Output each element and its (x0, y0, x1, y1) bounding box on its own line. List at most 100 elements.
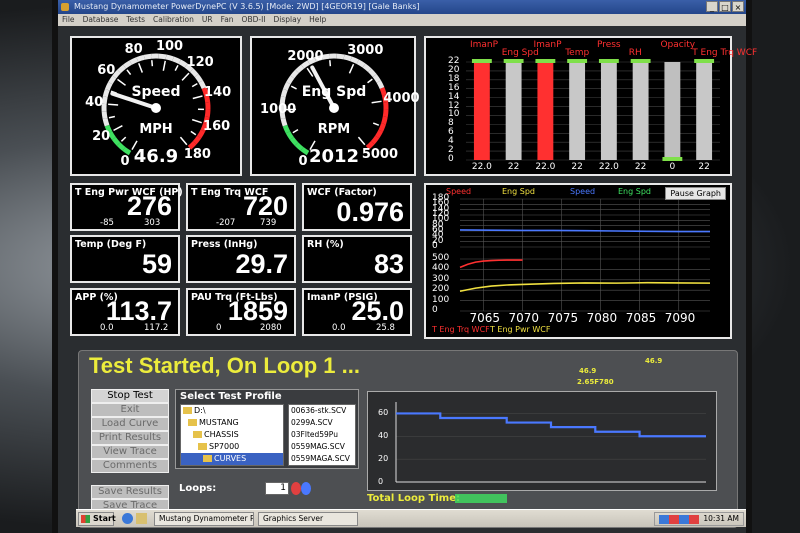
gauge-arc-segment (295, 64, 305, 74)
bar-header-label: RH (628, 48, 642, 58)
graph-x-tick: 7085 (625, 311, 657, 325)
quicklaunch-desktop-icon[interactable] (136, 513, 147, 524)
gauge-arc-segment (375, 129, 384, 139)
bar-y-tick: 2 (448, 145, 454, 156)
gauge-arc-segment (336, 53, 345, 60)
gauge-arc-segment (356, 59, 366, 68)
bar-y-tick: 14 (448, 91, 460, 102)
menu-item[interactable]: File (62, 14, 75, 26)
bar-cap (503, 59, 524, 63)
window-title: Mustang Dynamometer PowerDynePC (V 3.6.5… (74, 2, 420, 11)
bar-value-label: 22 (507, 162, 520, 172)
bar-chart-svg (466, 59, 720, 161)
profile-y-tick: 60 (378, 408, 389, 418)
graph-y-tick: 100 (432, 294, 450, 305)
profile-graph-svg (395, 402, 706, 483)
loops-input[interactable]: 1 (265, 482, 289, 495)
menu-item[interactable]: Help (309, 14, 326, 26)
readout-panel: PAU Trq (Ft-Lbs) 1859 0 2080 (186, 288, 296, 336)
gauge-tick-label: 40 (85, 95, 104, 111)
graph-legend-bottom-item: T Eng Trq WCF (432, 325, 490, 334)
bar (537, 62, 554, 160)
menu-item[interactable]: Calibration (153, 14, 194, 26)
graph-legend-bottom-item: T Eng Pwr WCF (490, 325, 551, 334)
readout-max: 2080 (260, 323, 282, 333)
gauge-tick (108, 103, 119, 106)
tree-folder-item[interactable]: SP7000 (181, 441, 283, 453)
menu-item[interactable]: OBD-II (242, 14, 266, 26)
menu-item[interactable]: Fan (221, 14, 234, 26)
bar-y-tick: 16 (448, 82, 460, 93)
test-action-button[interactable]: Exit (91, 403, 169, 417)
bar-cap (598, 59, 619, 63)
readout-value: 113.7 (105, 296, 172, 326)
test-action-button[interactable]: Load Curve (91, 417, 169, 431)
profile-y-tick: 0 (378, 477, 384, 486)
profile-file-item[interactable]: 00636-stk.SCV (289, 405, 355, 417)
profile-file-item[interactable]: 0559MAG.SCV (289, 441, 355, 453)
test-action-button[interactable]: Comments (91, 459, 169, 473)
test-profile-graph: 0 20 40 60 (367, 391, 717, 491)
readout-min: 0.0 (100, 323, 114, 333)
test-action-button[interactable]: Stop Test (91, 389, 169, 403)
tree-folder-label: CURVES (214, 454, 247, 463)
profile-file-list[interactable]: 00636-stk.SCV 0299A.SCV 03Flted59Pu 0559MAG… (288, 404, 356, 466)
bar-header-label: ImanP (533, 40, 562, 50)
clock: 10:31 AM (703, 514, 739, 523)
gauge-arc-segment (104, 81, 113, 91)
task-graphics-server[interactable]: Graphics Server (258, 512, 358, 526)
gauge-tick (108, 115, 116, 119)
readout-value: 1859 (227, 296, 288, 326)
tree-folder-item[interactable]: CURVES (181, 453, 283, 465)
quicklaunch-ie-icon[interactable] (122, 513, 133, 524)
gauge-arc-segment (282, 124, 291, 134)
minimize-icon[interactable]: _ (706, 1, 718, 12)
menu-item[interactable]: Tests (126, 14, 145, 26)
folder-icon (193, 431, 202, 438)
gauge-arc-segment (376, 80, 385, 90)
loop-decrement-icon[interactable] (291, 482, 301, 495)
maximize-icon[interactable]: □ (719, 1, 731, 12)
folder-tree[interactable]: D:\ MUSTANG CHASSIS SP7000 CURVES (180, 404, 284, 466)
profile-file-item[interactable]: 0299A.SCV (289, 417, 355, 429)
profile-file-item[interactable]: 05LLY.SCV (289, 465, 355, 466)
loop-increment-icon[interactable] (301, 482, 311, 495)
bar-cap (535, 59, 556, 63)
bar-value-label: 22.0 (535, 162, 556, 172)
tree-folder-item[interactable]: CHASSIS (181, 429, 283, 441)
readout-panel: T Eng Pwr WCF (HP) 276 -85 303 (70, 183, 183, 231)
bar (473, 62, 490, 160)
bar-value-label: 22.0 (471, 162, 492, 172)
gauge-hub (151, 103, 161, 113)
gauge-tick (120, 136, 127, 142)
window-titlebar[interactable]: Mustang Dynamometer PowerDynePC (V 3.6.5… (58, 0, 746, 14)
graph-series-line (459, 259, 523, 269)
test-action-button[interactable]: View Trace (91, 445, 169, 459)
pause-graph-button[interactable]: Pause Graph (665, 187, 726, 200)
task-dyno-app[interactable]: Mustang Dynamometer P... (154, 512, 254, 526)
menu-item[interactable]: Database (83, 14, 119, 26)
gauge-arc-segment (129, 57, 139, 65)
readout-value: 25.0 (351, 296, 404, 326)
start-button[interactable]: Start (78, 512, 116, 526)
close-icon[interactable]: × (732, 1, 744, 12)
gauge-arc-segment (192, 135, 202, 145)
profile-file-item[interactable]: 03Flted59Pu (289, 429, 355, 441)
profile-file-item[interactable]: 0559MAGA.SCV (289, 453, 355, 465)
bar-y-tick: 0 (448, 154, 454, 164)
gauge-arc-segment (101, 111, 108, 120)
test-action-button[interactable]: Save Results (91, 485, 169, 499)
test-action-button[interactable]: Print Results (91, 431, 169, 445)
tree-folder-item[interactable]: MUSTANG (181, 417, 283, 429)
graph-legend-item: Eng Spd (618, 187, 651, 196)
menu-item[interactable]: UR (202, 14, 213, 26)
tray-icons[interactable] (659, 515, 699, 524)
profile-title: Select Test Profile (180, 391, 282, 402)
channel-bar-chart: 0 2 4 6 8 10 12 14 16 18 20 22 ImanP 22.0 Eng Spd 22 Ima… (424, 36, 757, 176)
gauge-arc-segment (189, 68, 199, 78)
graph-x-tick: 7070 (508, 311, 540, 325)
loops-spinner[interactable] (291, 482, 311, 495)
gauge-arc-segment (372, 73, 381, 83)
tree-folder-item[interactable]: D:\ (181, 405, 283, 417)
menu-item[interactable]: Display (274, 14, 302, 26)
